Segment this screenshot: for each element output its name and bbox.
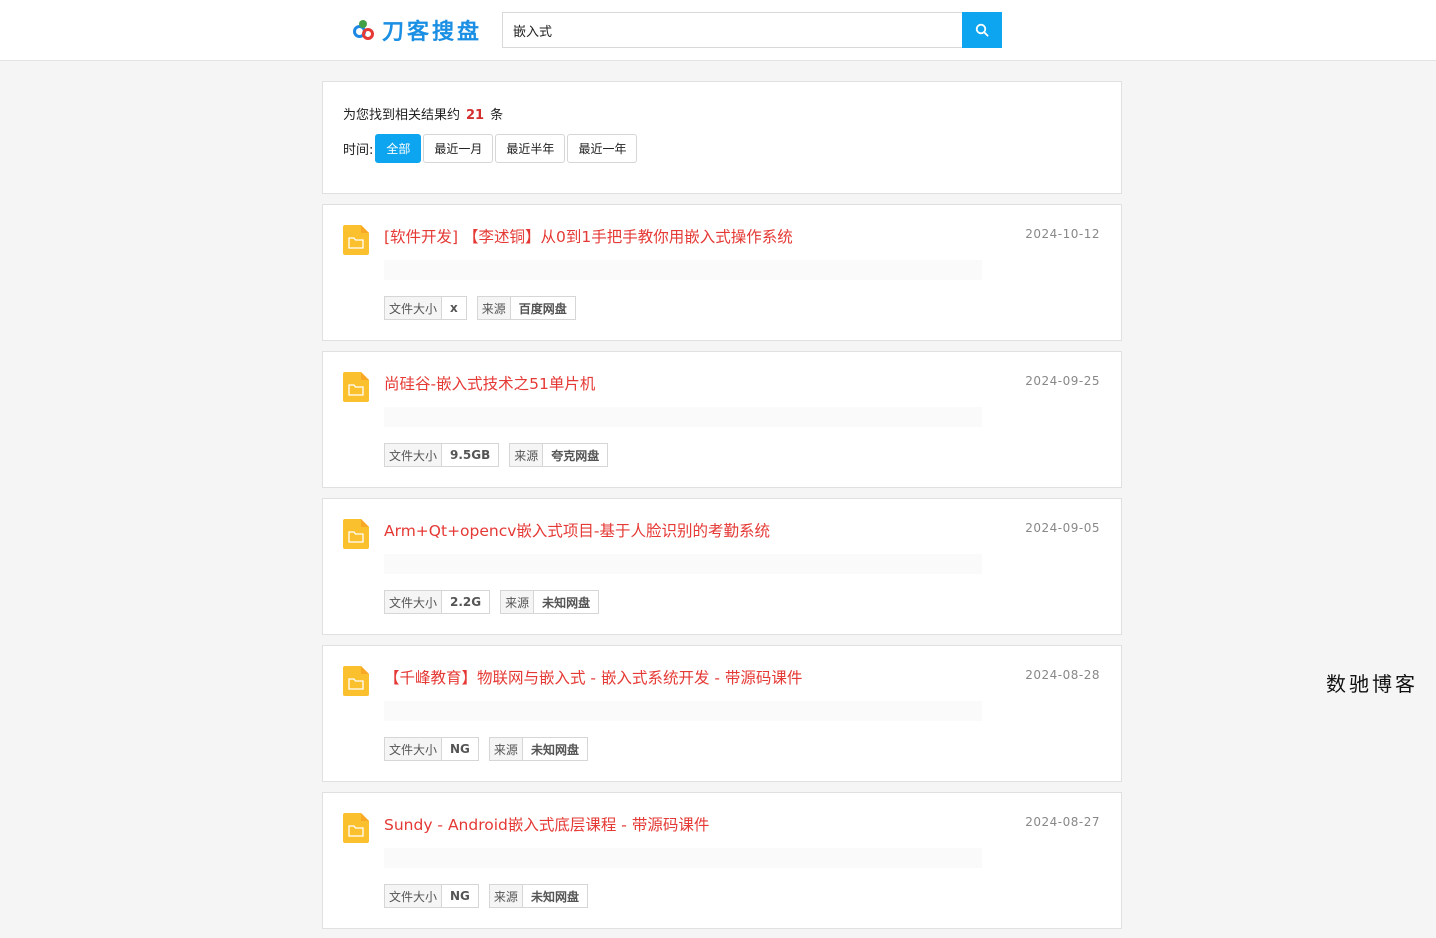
- file-size-value: NG: [442, 885, 478, 907]
- file-size-label: 文件大小: [385, 297, 443, 319]
- result-date: 2024-09-05: [1025, 521, 1100, 535]
- top-header: 刀客搜盘: [0, 0, 1436, 61]
- time-filter-last-half-year[interactable]: 最近半年: [495, 134, 566, 163]
- file-size-tag: 文件大小 NG: [384, 884, 479, 908]
- time-filter-bar: 时间: 全部 最近一月 最近半年 最近一年: [343, 134, 639, 163]
- file-size-label: 文件大小: [385, 444, 443, 466]
- folder-icon: [343, 225, 369, 255]
- source-value: 夸克网盘: [543, 444, 608, 466]
- source-tag: 来源 未知网盘: [500, 590, 600, 614]
- file-size-label: 文件大小: [385, 885, 443, 907]
- result-tags: 文件大小 x 来源 百度网盘: [384, 296, 586, 320]
- source-label: 来源: [501, 591, 535, 613]
- file-size-tag: 文件大小 NG: [384, 737, 479, 761]
- file-size-value: 9.5GB: [442, 444, 499, 466]
- result-tags: 文件大小 9.5GB 来源 夸克网盘: [384, 443, 618, 467]
- result-date: 2024-09-25: [1025, 374, 1100, 388]
- site-logo[interactable]: 刀客搜盘: [352, 14, 482, 46]
- result-date: 2024-10-12: [1025, 227, 1100, 241]
- result-card: [软件开发] 【李述铜】从0到1手把手教你用嵌入式操作系统 2024-10-12…: [322, 204, 1122, 341]
- result-title-link[interactable]: Sundy - Android嵌入式底层课程 - 带源码课件: [384, 813, 709, 835]
- site-name: 刀客搜盘: [382, 20, 483, 45]
- result-date: 2024-08-27: [1025, 815, 1100, 829]
- result-card: Sundy - Android嵌入式底层课程 - 带源码课件 2024-08-2…: [322, 792, 1122, 929]
- source-tag: 来源 夸克网盘: [509, 443, 609, 467]
- search-bar: [502, 12, 1002, 48]
- result-tags: 文件大小 NG 来源 未知网盘: [384, 884, 598, 908]
- folder-icon: [343, 666, 369, 696]
- source-tag: 来源 未知网盘: [488, 884, 588, 908]
- source-label: 来源: [477, 297, 511, 319]
- result-tags: 文件大小 2.2G 来源 未知网盘: [384, 590, 609, 614]
- folder-icon: [343, 813, 369, 843]
- search-input[interactable]: [502, 12, 962, 48]
- source-label: 来源: [510, 444, 544, 466]
- result-snippet: [384, 848, 982, 868]
- result-snippet: [384, 407, 982, 427]
- result-summary-panel: 为您找到相关结果约 21 条 时间: 全部 最近一月 最近半年 最近一年: [322, 81, 1122, 194]
- result-title-link[interactable]: Arm+Qt+opencv嵌入式项目-基于人脸识别的考勤系统: [384, 519, 770, 541]
- result-title-link[interactable]: [软件开发] 【李述铜】从0到1手把手教你用嵌入式操作系统: [384, 225, 793, 247]
- result-snippet: [384, 260, 982, 280]
- time-filter-all[interactable]: 全部: [375, 134, 422, 163]
- source-value: 未知网盘: [522, 738, 587, 760]
- file-size-value: 2.2G: [442, 591, 490, 613]
- result-date: 2024-08-28: [1025, 668, 1100, 682]
- time-filter-label: 时间:: [343, 143, 374, 158]
- time-filter-last-year[interactable]: 最近一年: [567, 134, 638, 163]
- file-size-tag: 文件大小 9.5GB: [384, 443, 500, 467]
- folder-icon: [343, 519, 369, 549]
- file-size-value: NG: [442, 738, 478, 760]
- result-snippet: [384, 701, 982, 721]
- file-size-label: 文件大小: [385, 591, 443, 613]
- time-filter-last-month[interactable]: 最近一月: [423, 134, 494, 163]
- result-count-text: 为您找到相关结果约 21 条: [343, 108, 504, 123]
- result-tags: 文件大小 NG 来源 未知网盘: [384, 737, 598, 761]
- result-card: Arm+Qt+opencv嵌入式项目-基于人脸识别的考勤系统 2024-09-0…: [322, 498, 1122, 635]
- search-icon: [975, 23, 989, 37]
- result-count: 21: [466, 108, 485, 123]
- file-size-tag: 文件大小 x: [384, 296, 467, 320]
- file-size-label: 文件大小: [385, 738, 443, 760]
- result-title-link[interactable]: 【千峰教育】物联网与嵌入式 - 嵌入式系统开发 - 带源码课件: [384, 666, 802, 688]
- source-value: 未知网盘: [534, 591, 599, 613]
- result-snippet: [384, 554, 982, 574]
- source-label: 来源: [489, 738, 523, 760]
- result-card: 【千峰教育】物联网与嵌入式 - 嵌入式系统开发 - 带源码课件 2024-08-…: [322, 645, 1122, 782]
- search-button[interactable]: [962, 12, 1002, 48]
- result-title-link[interactable]: 尚硅谷-嵌入式技术之51单片机: [384, 372, 595, 394]
- folder-icon: [343, 372, 369, 402]
- source-tag: 来源 未知网盘: [488, 737, 588, 761]
- file-size-value: x: [442, 297, 466, 319]
- source-value: 百度网盘: [510, 297, 575, 319]
- source-tag: 来源 百度网盘: [476, 296, 576, 320]
- logo-icon: [352, 18, 376, 42]
- result-card: 尚硅谷-嵌入式技术之51单片机 2024-09-25 文件大小 9.5GB 来源…: [322, 351, 1122, 488]
- file-size-tag: 文件大小 2.2G: [384, 590, 491, 614]
- source-label: 来源: [489, 885, 523, 907]
- watermark-text: 数驰博客: [1326, 672, 1418, 696]
- source-value: 未知网盘: [522, 885, 587, 907]
